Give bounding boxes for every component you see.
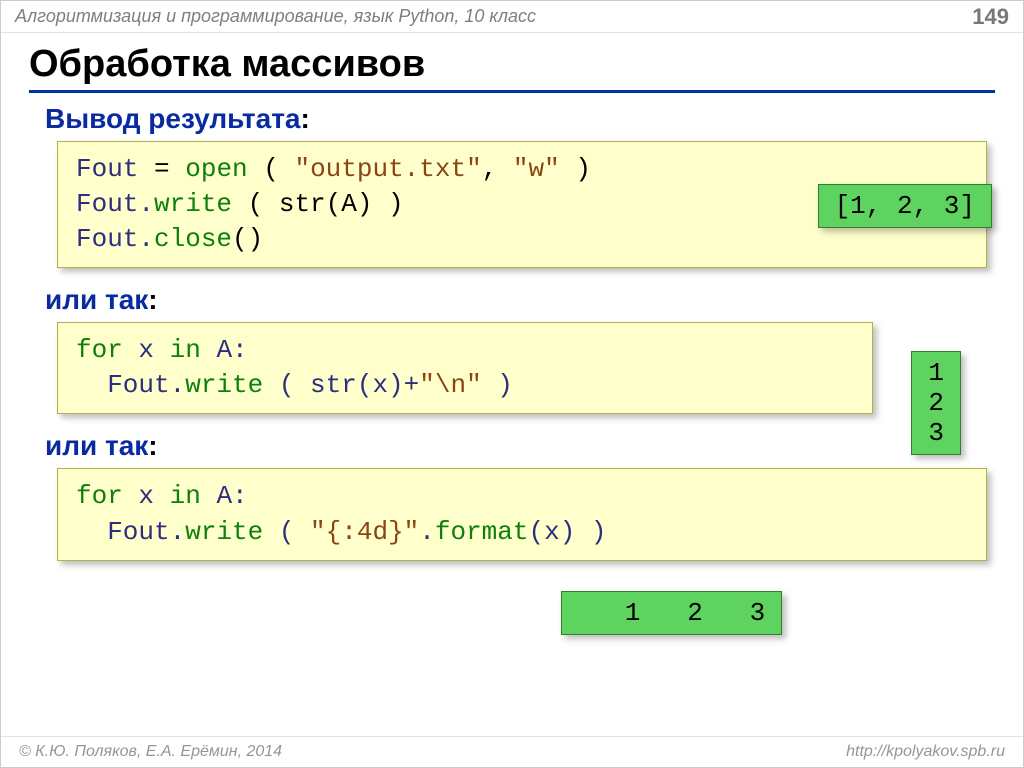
token: ( [248, 154, 295, 184]
token: Fout. [76, 189, 154, 219]
code-line: for x in A: [76, 479, 968, 514]
output-panel-2: 1 2 3 [911, 351, 961, 455]
code-block-3: for x in A: Fout.write ( "{:4d}".format(… [57, 468, 987, 560]
token-keyword: write [185, 517, 263, 547]
token: ( [263, 517, 310, 547]
token-keyword: for [76, 335, 123, 365]
section-2-label: или так [45, 284, 148, 315]
colon: : [300, 103, 309, 134]
colon: : [148, 284, 157, 315]
code-block-1: Fout = open ( "output.txt", "w" ) Fout.w… [57, 141, 987, 268]
token-string: "w" [513, 154, 560, 184]
output-panel-1: [1, 2, 3] [818, 184, 992, 228]
token: A: [201, 481, 248, 511]
slide: Алгоритмизация и программирование, язык … [0, 0, 1024, 768]
section-1-label: Вывод результата [45, 103, 300, 134]
section-3-heading: или так: [45, 430, 1023, 462]
token: x [123, 481, 170, 511]
token-keyword: in [170, 481, 201, 511]
code-line: Fout.write ( "{:4d}".format(x) ) [76, 515, 968, 550]
token: A: [201, 335, 248, 365]
page-number: 149 [972, 4, 1009, 30]
colon: : [148, 430, 157, 461]
header-bar: Алгоритмизация и программирование, язык … [1, 1, 1023, 33]
token: x [123, 335, 170, 365]
token: Fout. [76, 224, 154, 254]
token: . [419, 517, 435, 547]
token-keyword: close [154, 224, 232, 254]
token-string: "output.txt" [294, 154, 481, 184]
token: ( str(A) ) [232, 189, 404, 219]
token: , [482, 154, 513, 184]
token: = [138, 154, 185, 184]
token-keyword: format [435, 517, 529, 547]
code-line: Fout = open ( "output.txt", "w" ) [76, 152, 968, 187]
token-keyword: in [170, 335, 201, 365]
token: Fout [76, 154, 138, 184]
token: ) [482, 370, 513, 400]
footer: © К.Ю. Поляков, Е.А. Ерёмин, 2014 http:/… [1, 736, 1023, 767]
token-string: "\n" [419, 370, 481, 400]
token: () [232, 224, 263, 254]
section-2-heading: или так: [45, 284, 1023, 316]
copyright: © К.Ю. Поляков, Е.А. Ерёмин, 2014 [19, 743, 282, 761]
page-title: Обработка массивов [29, 43, 995, 93]
token: Fout. [76, 370, 185, 400]
code-line: for x in A: [76, 333, 854, 368]
breadcrumb: Алгоритмизация и программирование, язык … [15, 6, 536, 27]
token-keyword: for [76, 481, 123, 511]
token-string: "{:4d}" [310, 517, 419, 547]
output-panel-3: 1 2 3 [561, 591, 782, 635]
token-keyword: write [185, 370, 263, 400]
token: ) [560, 154, 591, 184]
section-1-heading: Вывод результата: [45, 103, 1023, 135]
token-keyword: open [185, 154, 247, 184]
footer-link: http://kpolyakov.spb.ru [846, 743, 1005, 761]
token: (x) ) [529, 517, 607, 547]
code-line: Fout.write ( str(x)+"\n" ) [76, 368, 854, 403]
code-block-2: for x in A: Fout.write ( str(x)+"\n" ) [57, 322, 873, 414]
section-3-label: или так [45, 430, 148, 461]
token: ( str(x)+ [263, 370, 419, 400]
token-keyword: write [154, 189, 232, 219]
token: Fout. [76, 517, 185, 547]
